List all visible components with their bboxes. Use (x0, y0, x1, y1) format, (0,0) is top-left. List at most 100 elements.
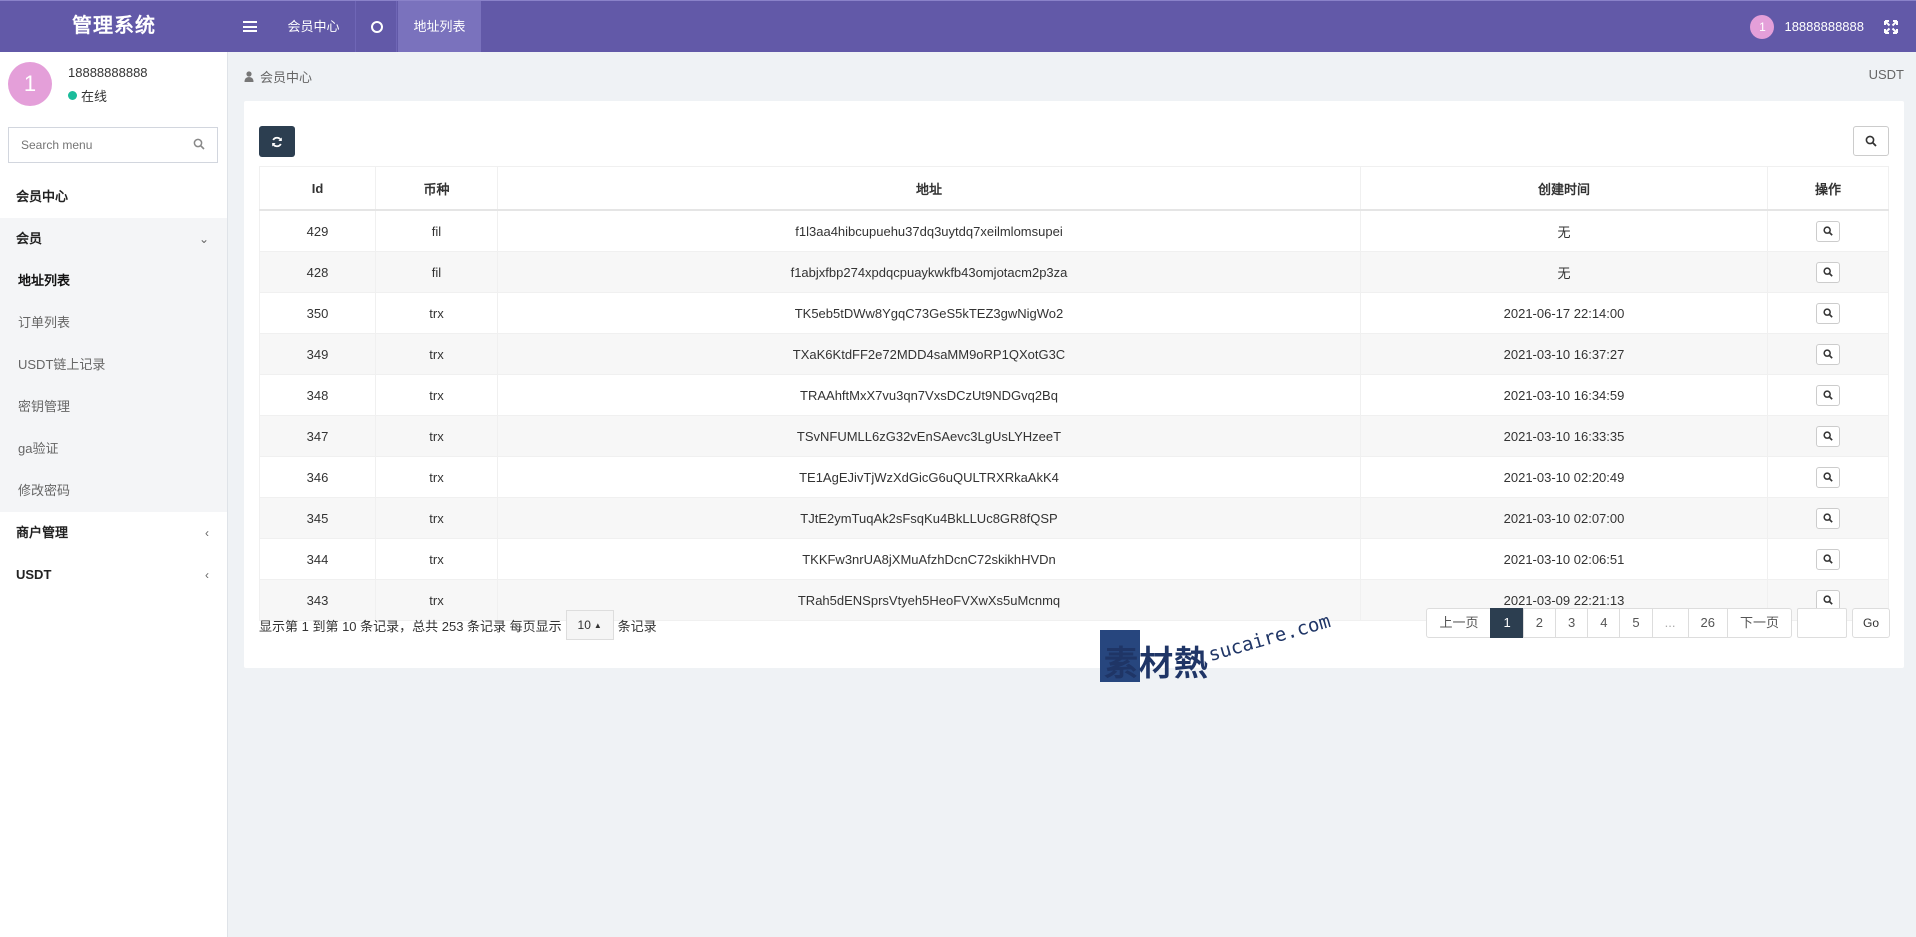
table-row: 428 fil f1abjxfbp274xpdqcpuaykwkfb43omjota… (259, 251, 1889, 293)
table-search-button[interactable] (1853, 126, 1889, 156)
sidebar-item-ga-verify[interactable]: ga验证 (0, 428, 227, 470)
cell-created: 2021-03-10 02:20:49 (1360, 456, 1768, 498)
table-row: 429 fil f1l3aa4hibcupuehu37dq3uytdq7xeilml… (259, 210, 1889, 252)
app-logo[interactable]: 管理系统 (0, 1, 228, 52)
table-footer-info: 显示第 1 到第 10 条记录，总共 253 条记录 每页显示 10 ▲ 条记录 (259, 610, 657, 640)
cell-created: 2021-03-10 02:06:51 (1360, 538, 1768, 580)
view-detail-button[interactable] (1816, 425, 1840, 447)
sidebar-item-member-center[interactable]: 会员中心 (0, 176, 227, 218)
cell-actions (1767, 415, 1889, 457)
column-header-id[interactable]: Id (259, 166, 376, 211)
column-header-coin[interactable]: 币种 (375, 166, 498, 211)
tab-refresh-button[interactable] (357, 1, 397, 52)
search-icon (1865, 135, 1877, 147)
cell-actions (1767, 251, 1889, 293)
search-icon (1823, 513, 1833, 523)
chevron-down-icon: ⌄ (198, 232, 209, 246)
cell-created: 无 (1360, 251, 1768, 293)
sidebar-item-order-list[interactable]: 订单列表 (0, 302, 227, 344)
cell-address: TE1AgEJivTjWzXdGicG6uQULTRXRkaAkK4 (497, 456, 1361, 498)
prev-page-button[interactable]: 上一页 (1426, 608, 1492, 638)
cell-coin: trx (375, 456, 498, 498)
cell-address: TSvNFUMLL6zG32vEnSAevc3LgUsLYHzeeT (497, 415, 1361, 457)
cell-actions (1767, 210, 1889, 252)
cell-id: 350 (259, 292, 376, 334)
cell-coin: fil (375, 251, 498, 293)
cell-address: TRAAhftMxX7vu3qn7VxsDCzUt9NDGvq2Bq (497, 374, 1361, 416)
tab-member-center[interactable]: 会员中心 (272, 1, 356, 52)
go-button[interactable]: Go (1851, 608, 1890, 638)
sidebar: 1 18888888888 在线 会员中心 会员 ⌄ 地址列表 订单列表 USD… (0, 52, 228, 937)
page-button-1[interactable]: 1 (1490, 608, 1524, 638)
cell-actions (1767, 538, 1889, 580)
sidebar-item-usdt[interactable]: USDT ‹ (0, 554, 227, 596)
record-suffix-text: 条记录 (617, 618, 657, 634)
sidebar-item-merchant[interactable]: 商户管理 ‹ (0, 512, 227, 554)
view-detail-button[interactable] (1816, 343, 1840, 365)
view-detail-button[interactable] (1816, 261, 1840, 283)
page-jump-input[interactable] (1796, 608, 1847, 638)
sidebar-item-member[interactable]: 会员 ⌄ (0, 218, 227, 260)
user-menu[interactable]: 1 18888888888 (1750, 1, 1864, 52)
view-detail-button[interactable] (1816, 302, 1840, 324)
cell-id: 349 (259, 333, 376, 375)
search-icon (1823, 390, 1833, 400)
fullscreen-button[interactable] (1876, 1, 1906, 52)
page-button-2[interactable]: 2 (1522, 608, 1556, 638)
table-row: 347 trx TSvNFUMLL6zG32vEnSAevc3LgUsLYHzeeT… (259, 415, 1889, 457)
pagination: 上一页 1 2 3 4 5 ... 26 下一页 Go (1426, 608, 1890, 638)
cell-address: TKKFw3nrUA8jXMuAfzhDcnC72skikhHVDn (497, 538, 1361, 580)
sidebar-item-usdt-chain-records[interactable]: USDT链上记录 (0, 344, 227, 386)
table-row: 345 trx TJtE2ymTuqAk2sFsqKu4BkLLUc8GR8fQSP… (259, 497, 1889, 539)
sidebar-item-label: 会员 (16, 231, 43, 246)
breadcrumb-right: USDT (1868, 67, 1904, 82)
view-detail-button[interactable] (1816, 220, 1840, 242)
search-icon (1823, 595, 1833, 605)
cell-actions (1767, 333, 1889, 375)
refresh-button[interactable] (259, 126, 295, 157)
page-button-4[interactable]: 4 (1587, 608, 1621, 638)
address-list-panel: Id 币种 地址 创建时间 操作 429 fil f1l3aa4hibcupuehu… (244, 101, 1904, 668)
hamburger-icon (243, 21, 257, 32)
cell-created: 无 (1360, 210, 1768, 252)
cell-address: TK5eb5tDWw8YgqC73GeS5kTEZ3gwNigWo2 (497, 292, 1361, 334)
avatar: 1 (8, 62, 52, 106)
avatar: 1 (1750, 14, 1775, 39)
sidebar-item-address-list[interactable]: 地址列表 (0, 260, 227, 302)
cell-id: 429 (259, 210, 376, 252)
search-icon (1823, 226, 1833, 236)
sidebar-item-label: USDT (16, 567, 52, 582)
sidebar-item-key-management[interactable]: 密钥管理 (0, 386, 227, 428)
watermark-logo: 素材熱 sucaire.com (1100, 610, 1350, 688)
search-icon[interactable] (193, 138, 205, 150)
view-detail-button[interactable] (1816, 548, 1840, 570)
sidebar-username: 18888888888 (68, 65, 148, 80)
cell-created: 2021-03-10 16:34:59 (1360, 374, 1768, 416)
page-button-26[interactable]: 26 (1687, 608, 1728, 638)
page-size-select[interactable]: 10 ▲ (565, 610, 614, 640)
cell-coin: trx (375, 374, 498, 416)
view-detail-button[interactable] (1816, 466, 1840, 488)
table-row: 346 trx TE1AgEJivTjWzXdGicG6uQULTRXRkaAkK4… (259, 456, 1889, 498)
search-icon (1823, 267, 1833, 277)
search-icon (1823, 472, 1833, 482)
search-icon (1823, 431, 1833, 441)
search-menu-input[interactable] (9, 128, 193, 162)
sidebar-group-member: 会员 ⌄ 地址列表 订单列表 USDT链上记录 密钥管理 ga验证 修改密码 (0, 218, 227, 512)
tab-address-list[interactable]: 地址列表 (398, 1, 481, 52)
column-header-address[interactable]: 地址 (497, 166, 1361, 211)
table-row: 348 trx TRAAhftMxX7vu3qn7VxsDCzUt9NDGvq2Bq… (259, 374, 1889, 416)
page-button-5[interactable]: 5 (1619, 608, 1653, 638)
column-header-created[interactable]: 创建时间 (1360, 166, 1768, 211)
cell-coin: fil (375, 210, 498, 252)
sidebar-toggle-button[interactable] (228, 1, 272, 52)
view-detail-button[interactable] (1816, 507, 1840, 529)
sidebar-item-change-password[interactable]: 修改密码 (0, 470, 227, 512)
cell-id: 346 (259, 456, 376, 498)
expand-icon (1884, 19, 1898, 34)
next-page-button[interactable]: 下一页 (1726, 608, 1792, 638)
view-detail-button[interactable] (1816, 384, 1840, 406)
breadcrumb-current[interactable]: 会员中心 (260, 67, 312, 86)
cell-address: f1l3aa4hibcupuehu37dq3uytdq7xeilmlomsupe… (497, 210, 1361, 252)
page-button-3[interactable]: 3 (1554, 608, 1589, 638)
